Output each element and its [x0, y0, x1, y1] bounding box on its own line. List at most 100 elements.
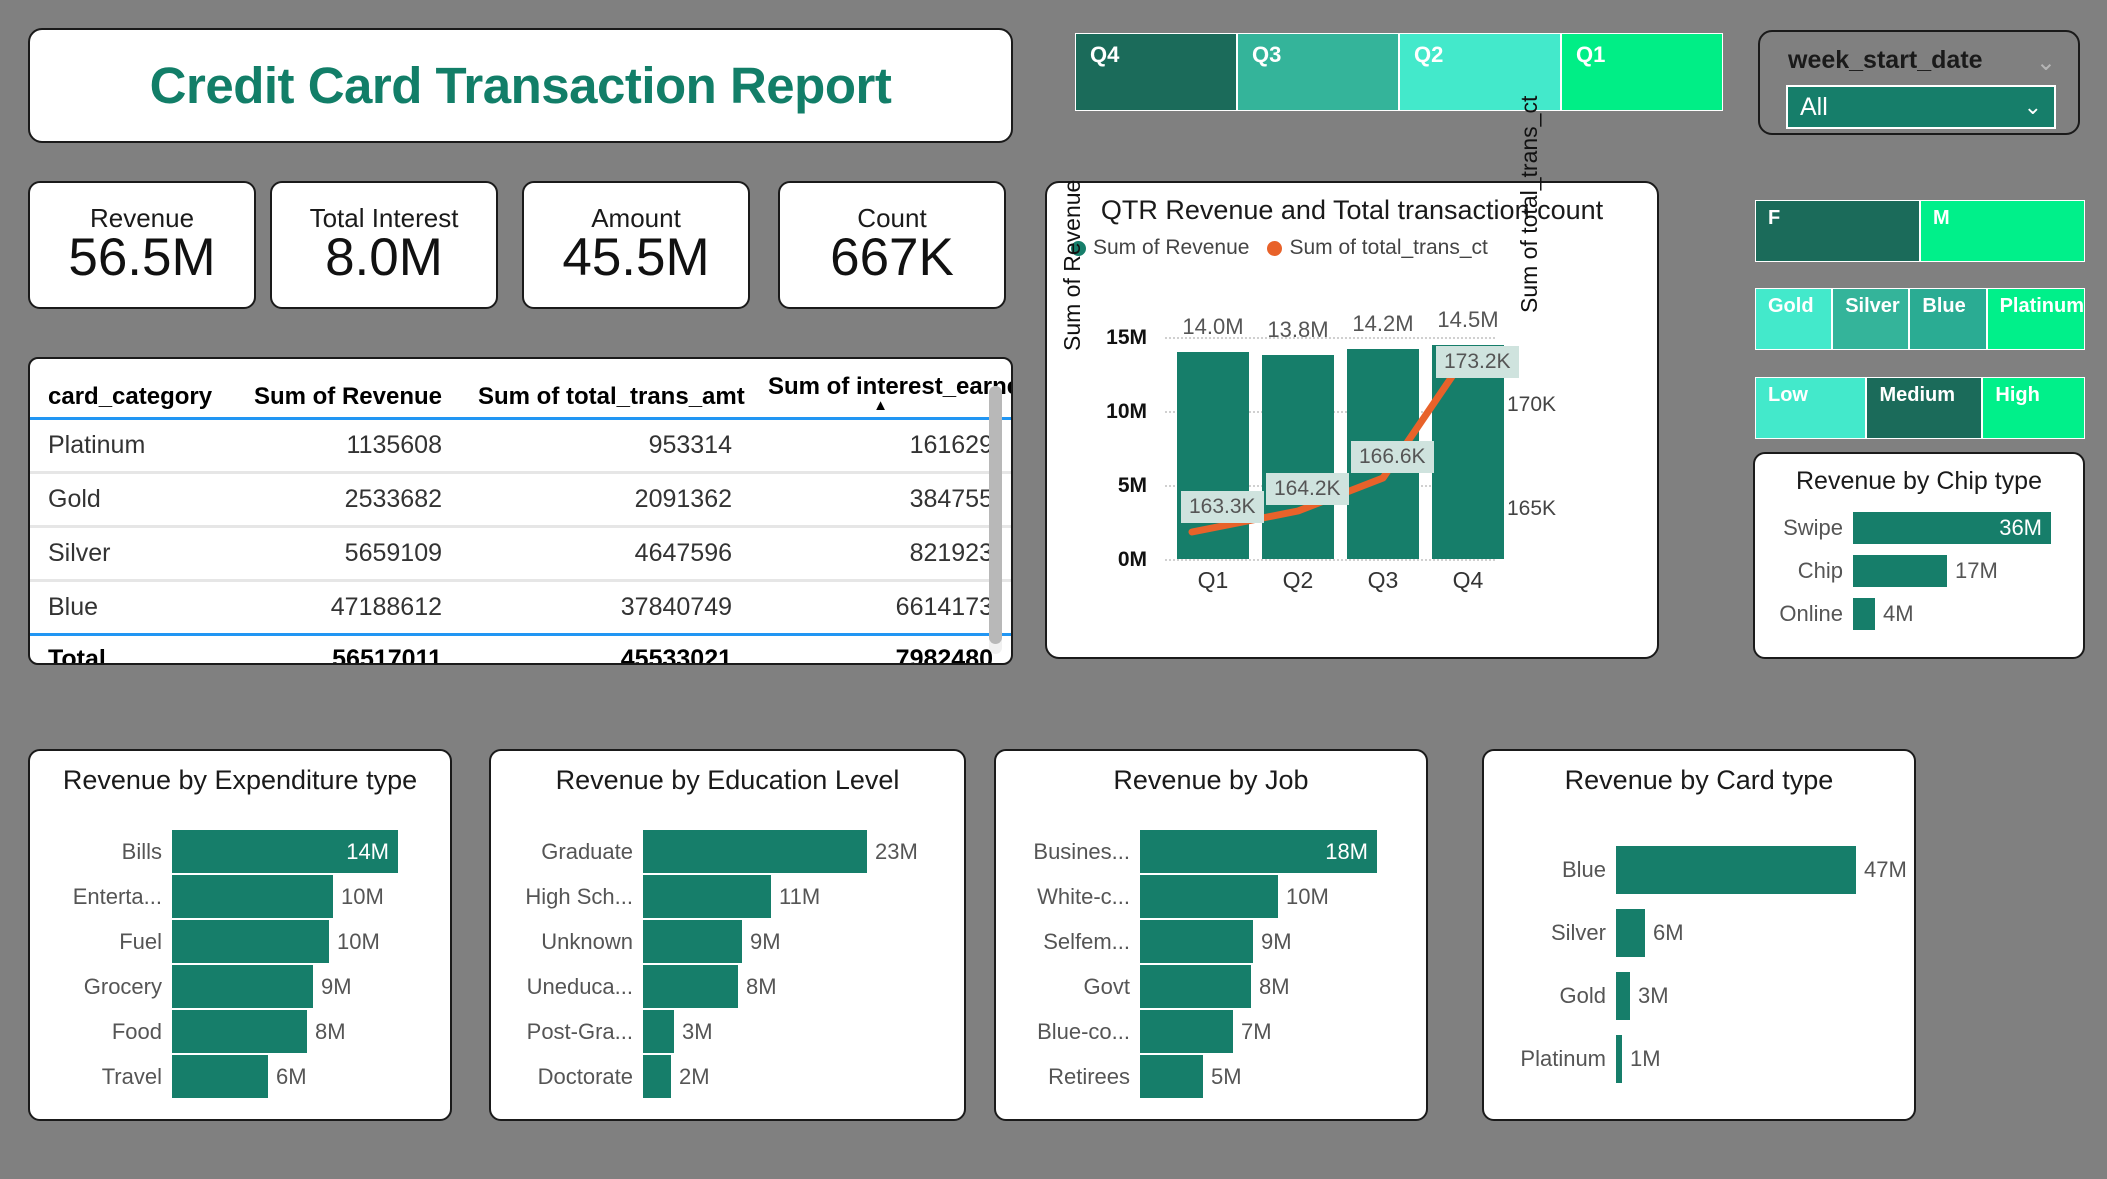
cell-revenue: 47188612 — [330, 593, 442, 621]
card-category-slicer[interactable]: Gold Silver Blue Platinum — [1755, 288, 2085, 350]
bar-row[interactable]: Govt 8M — [1008, 965, 1428, 1008]
chart-plot-area: 15M 10M 5M 0M 170K 165K 14.0M 13.8M 14.2… — [1047, 289, 1661, 649]
bar-row[interactable]: Enterta... 10M — [42, 875, 452, 918]
cell-card-category: Gold — [48, 485, 101, 513]
bar-bills[interactable]: 14M — [172, 830, 398, 873]
table-col-card-category[interactable]: card_category — [30, 359, 230, 419]
bar-value-label: 36M — [1999, 515, 2042, 540]
bar-row[interactable]: Blue-co... 7M — [1008, 1010, 1428, 1053]
quarter-slicer-tile-q4[interactable]: Q4 — [1076, 34, 1238, 110]
gender-slicer-tile-m[interactable]: M — [1921, 201, 2084, 261]
bar-row[interactable]: Selfem... 9M — [1008, 920, 1428, 963]
quarter-slicer[interactable]: Q4 Q3 Q2 Q1 — [1075, 33, 1723, 111]
card-slicer-tile-blue[interactable]: Blue — [1910, 289, 1988, 349]
bar-row-online[interactable]: Online 4M — [1765, 598, 2077, 630]
line-value-label: 163.3K — [1181, 491, 1264, 523]
bar-row[interactable]: Unknown 9M — [503, 920, 966, 963]
bar-unknown[interactable] — [643, 920, 742, 963]
bar-row[interactable]: Travel 6M — [42, 1055, 452, 1098]
bar-row[interactable]: Grocery 9M — [42, 965, 452, 1008]
bar-row-chip[interactable]: Chip 17M — [1765, 555, 2077, 587]
bar-row[interactable]: Fuel 10M — [42, 920, 452, 963]
income-slicer-tile-low[interactable]: Low — [1756, 378, 1868, 438]
cell-revenue: 2533682 — [344, 485, 442, 513]
bar-value-label: 6M — [1653, 920, 1684, 945]
bar-row[interactable]: Blue 47M — [1496, 846, 1916, 894]
table-col-label: Sum of interest_earned — [768, 373, 1013, 400]
bar-row[interactable]: Retirees 5M — [1008, 1055, 1428, 1098]
income-slicer[interactable]: Low Medium High — [1755, 377, 2085, 439]
bar-row-swipe[interactable]: Swipe 36M — [1765, 512, 2077, 544]
bar-silver[interactable] — [1616, 909, 1645, 957]
revenue-by-chip-type-card: Revenue by Chip type Swipe 36M Chip 17M … — [1753, 452, 2085, 659]
bar-online[interactable] — [1853, 598, 1875, 630]
report-title-card: Credit Card Transaction Report — [28, 28, 1013, 143]
bar-row[interactable]: Busines... 18M — [1008, 830, 1428, 873]
bar-grocery[interactable] — [172, 965, 313, 1008]
table-scrollbar-thumb[interactable] — [989, 386, 1002, 644]
bar-chip[interactable] — [1853, 555, 1947, 587]
bar-travel[interactable] — [172, 1055, 268, 1098]
bar-white-collar[interactable] — [1140, 875, 1278, 918]
week-start-date-dropdown[interactable]: All ⌄ — [1786, 85, 2056, 129]
gender-slicer[interactable]: F M — [1755, 200, 2085, 262]
bar-gold[interactable] — [1616, 972, 1630, 1020]
table-row[interactable]: Platinum 1135608 953314 161629 — [30, 419, 1011, 473]
kpi-value: 667K — [830, 228, 954, 288]
bar-uneducated[interactable] — [643, 965, 738, 1008]
bar-row[interactable]: Doctorate 2M — [503, 1055, 966, 1098]
gender-slicer-tile-f[interactable]: F — [1756, 201, 1921, 261]
bar-row[interactable]: Bills 14M — [42, 830, 452, 873]
bar-row[interactable]: Graduate 23M — [503, 830, 966, 873]
bar-row[interactable]: Gold 3M — [1496, 972, 1916, 1020]
bar-selfemployed[interactable] — [1140, 920, 1253, 963]
line-value-label: 173.2K — [1436, 346, 1519, 378]
bar-platinum[interactable] — [1616, 1035, 1622, 1083]
quarter-slicer-tile-q1[interactable]: Q1 — [1562, 34, 1722, 110]
table-col-sum-of-revenue[interactable]: Sum of Revenue — [230, 359, 460, 419]
card-slicer-tile-silver[interactable]: Silver — [1833, 289, 1911, 349]
table-col-sum-of-total-trans-amt[interactable]: Sum of total_trans_amt — [460, 359, 750, 419]
bar-value-label: 5M — [1211, 1063, 1242, 1089]
bar-doctorate[interactable] — [643, 1055, 671, 1098]
bar-entertainment[interactable] — [172, 875, 333, 918]
card-slicer-tile-gold[interactable]: Gold — [1756, 289, 1834, 349]
bar-graduate[interactable] — [643, 830, 867, 873]
x-tick: Q2 — [1282, 567, 1314, 593]
bar-row[interactable]: White-c... 10M — [1008, 875, 1428, 918]
bar-post-graduate[interactable] — [643, 1010, 674, 1053]
bar-row[interactable]: Uneduca... 8M — [503, 965, 966, 1008]
legend-item-revenue[interactable]: Sum of Revenue — [1071, 236, 1249, 260]
bar-blue-collar[interactable] — [1140, 1010, 1233, 1053]
bar-value-label: 10M — [1286, 883, 1329, 909]
bar-row[interactable]: Silver 6M — [1496, 909, 1916, 957]
bar-row[interactable]: Food 8M — [42, 1010, 452, 1053]
bar-swipe[interactable]: 36M — [1853, 512, 2051, 544]
card-category-table[interactable]: card_category Sum of Revenue Sum of tota… — [30, 359, 1011, 663]
bar-category-label: Chip — [1797, 558, 1843, 583]
bar-high-school[interactable] — [643, 875, 771, 918]
chart-title: Revenue by Job — [1113, 765, 1309, 795]
bar-fuel[interactable] — [172, 920, 329, 963]
chevron-down-icon[interactable]: ⌄ — [2036, 48, 2056, 77]
card-slicer-tile-platinum[interactable]: Platinum — [1987, 289, 2085, 349]
table-row[interactable]: Blue 47188612 37840749 6614173 — [30, 581, 1011, 635]
bar-food[interactable] — [172, 1010, 307, 1053]
quarter-slicer-tile-q3[interactable]: Q3 — [1238, 34, 1400, 110]
bar-row[interactable]: Platinum 1M — [1496, 1035, 1916, 1083]
legend-item-trans-ct[interactable]: Sum of total_trans_ct — [1267, 236, 1488, 260]
week-start-date-filter-card: week_start_date ⌄ All ⌄ — [1758, 30, 2080, 135]
bar-retirees[interactable] — [1140, 1055, 1203, 1098]
bar-row[interactable]: High Sch... 11M — [503, 875, 966, 918]
table-row[interactable]: Silver 5659109 4647596 821923 — [30, 527, 1011, 581]
income-slicer-tile-high[interactable]: High — [1983, 378, 2084, 438]
bar-govt[interactable] — [1140, 965, 1251, 1008]
table-row[interactable]: Gold 2533682 2091362 384755 — [30, 473, 1011, 527]
income-slicer-tile-medium[interactable]: Medium — [1867, 378, 1984, 438]
bar-blue[interactable] — [1616, 846, 1856, 894]
bar-businessman[interactable]: 18M — [1140, 830, 1377, 873]
table-col-sum-of-interest-earned[interactable]: Sum of interest_earned ▲ — [750, 359, 1011, 419]
bar-row[interactable]: Post-Gra... 3M — [503, 1010, 966, 1053]
bar-value-label: 8M — [1259, 973, 1290, 999]
week-start-date-label: week_start_date — [1788, 46, 1983, 74]
